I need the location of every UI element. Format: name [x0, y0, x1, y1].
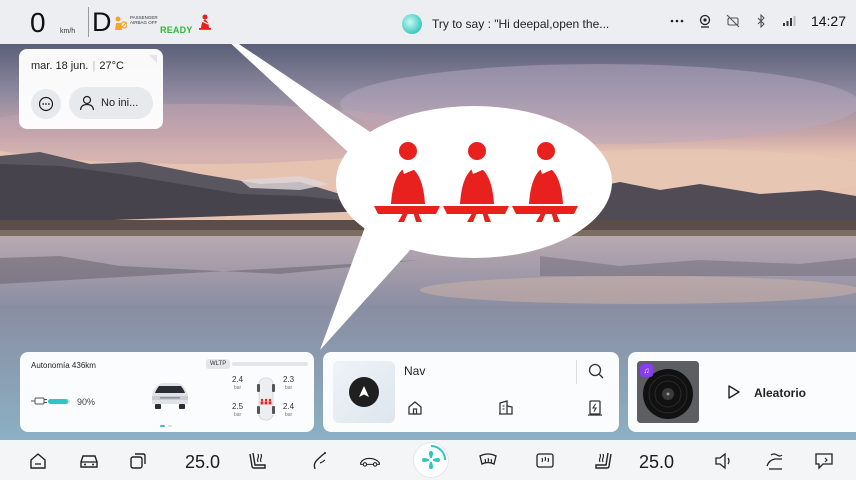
temperature-text: 27°C: [99, 60, 124, 72]
date-weather-line: mar. 18 jun. | 27°C: [31, 60, 124, 72]
album-art[interactable]: ♫: [637, 361, 699, 423]
profile-label: No ini...: [101, 97, 139, 109]
bluetooth-icon: [753, 13, 769, 29]
tire-front-right: 2.3 bar: [283, 376, 294, 392]
map-thumbnail[interactable]: [333, 361, 395, 423]
chat-feedback-icon[interactable]: [813, 450, 835, 472]
home-icon[interactable]: [406, 399, 424, 417]
date-text: mar. 18 jun.: [31, 60, 89, 72]
corner-fold-icon: [149, 55, 157, 63]
sync-off-icon: [725, 13, 741, 29]
range-title: Autonomía 436km: [31, 361, 96, 370]
speed-unit: km/h: [60, 28, 76, 35]
wiper-icon[interactable]: [309, 450, 331, 472]
car-mode-icon[interactable]: [359, 450, 381, 472]
date-weather-widget[interactable]: mar. 18 jun. | 27°C No ini...: [19, 49, 163, 129]
divider: [576, 360, 577, 384]
message-button[interactable]: [31, 89, 61, 119]
passenger-temperature[interactable]: 25.0: [639, 452, 674, 473]
tire-rear-left: 2.5 bar: [232, 403, 243, 419]
tire-pressure-unit: bar: [284, 385, 293, 391]
multi-window-icon[interactable]: [127, 450, 149, 472]
airbag-status-text: PASSENGER AIRBAG OFF: [130, 15, 158, 25]
tire-front-left: 2.4 bar: [232, 376, 243, 392]
media-title: Aleatorio: [754, 386, 807, 400]
more-icon[interactable]: [669, 13, 685, 29]
wltp-bar: [232, 362, 308, 366]
page-indicator: [160, 425, 172, 427]
tire-pressure-unit: bar: [284, 412, 293, 418]
play-icon[interactable]: [727, 385, 741, 399]
tire-pressure-value: 2.4: [283, 402, 295, 411]
fan-direction-icon[interactable]: [763, 450, 785, 472]
front-defrost-icon[interactable]: [534, 450, 556, 472]
signal-icon: [781, 13, 797, 29]
page-dot: [168, 425, 172, 427]
navigation-arrow-icon: [349, 377, 379, 407]
fan-icon: [422, 445, 446, 469]
company-icon[interactable]: [497, 399, 515, 417]
tire-pressure-unit: bar: [233, 412, 242, 418]
tire-pressure-unit: bar: [233, 385, 242, 391]
gear-indicator: D: [88, 7, 112, 37]
vehicle-icon[interactable]: [78, 450, 100, 472]
voice-assistant-icon[interactable]: [402, 14, 422, 34]
status-bar: 0 km/h D PASSENGER AIRBAG OFF READY Try …: [0, 0, 856, 44]
battery-fill: [48, 399, 68, 404]
volume-icon[interactable]: [713, 450, 735, 472]
rear-defrost-icon[interactable]: [477, 450, 499, 472]
tire-pressure-value: 2.4: [232, 375, 244, 384]
driver-temperature[interactable]: 25.0: [185, 452, 220, 473]
battery-bar: [48, 399, 70, 404]
media-card[interactable]: ♫ Aleatorio: [628, 352, 856, 432]
chat-icon: [38, 96, 54, 112]
clock: 14:27: [810, 13, 846, 29]
seat-heat-icon[interactable]: [248, 450, 270, 472]
camera-icon[interactable]: [697, 13, 713, 29]
seatbelt-warning-icon: [199, 14, 211, 30]
car-top-view-icon: [257, 377, 275, 421]
passenger-seat-heat-icon[interactable]: [591, 450, 613, 472]
vehicle-status-card[interactable]: Autonomía 436km WLTP 90% 2.4 bar 2.3 bar 2…: [20, 352, 314, 432]
profile-button[interactable]: No ini...: [69, 87, 153, 119]
tire-rear-right: 2.4 bar: [283, 403, 294, 419]
battery-percent: 90%: [77, 397, 96, 407]
voice-prompt[interactable]: Try to say : "Hi deepal,open the...: [432, 17, 609, 31]
ready-indicator: READY: [160, 25, 193, 35]
nav-label: Nav: [404, 364, 426, 378]
fan-button[interactable]: [414, 443, 448, 477]
user-icon: [79, 95, 95, 111]
speed-readout: 0: [30, 7, 46, 38]
tire-pressure-value: 2.5: [232, 402, 244, 411]
airbag-off-icon: [115, 16, 127, 30]
charging-plug-icon: [31, 397, 47, 405]
wltp-badge: WLTP: [206, 359, 231, 369]
navigation-card[interactable]: Nav: [323, 352, 619, 432]
charging-station-icon[interactable]: [586, 399, 604, 417]
car-image: [152, 383, 188, 409]
search-icon[interactable]: [587, 362, 605, 380]
tire-pressure-value: 2.3: [283, 375, 295, 384]
music-note-icon: ♫: [640, 364, 653, 377]
home-icon[interactable]: [27, 450, 49, 472]
page-dot-active: [160, 425, 165, 427]
